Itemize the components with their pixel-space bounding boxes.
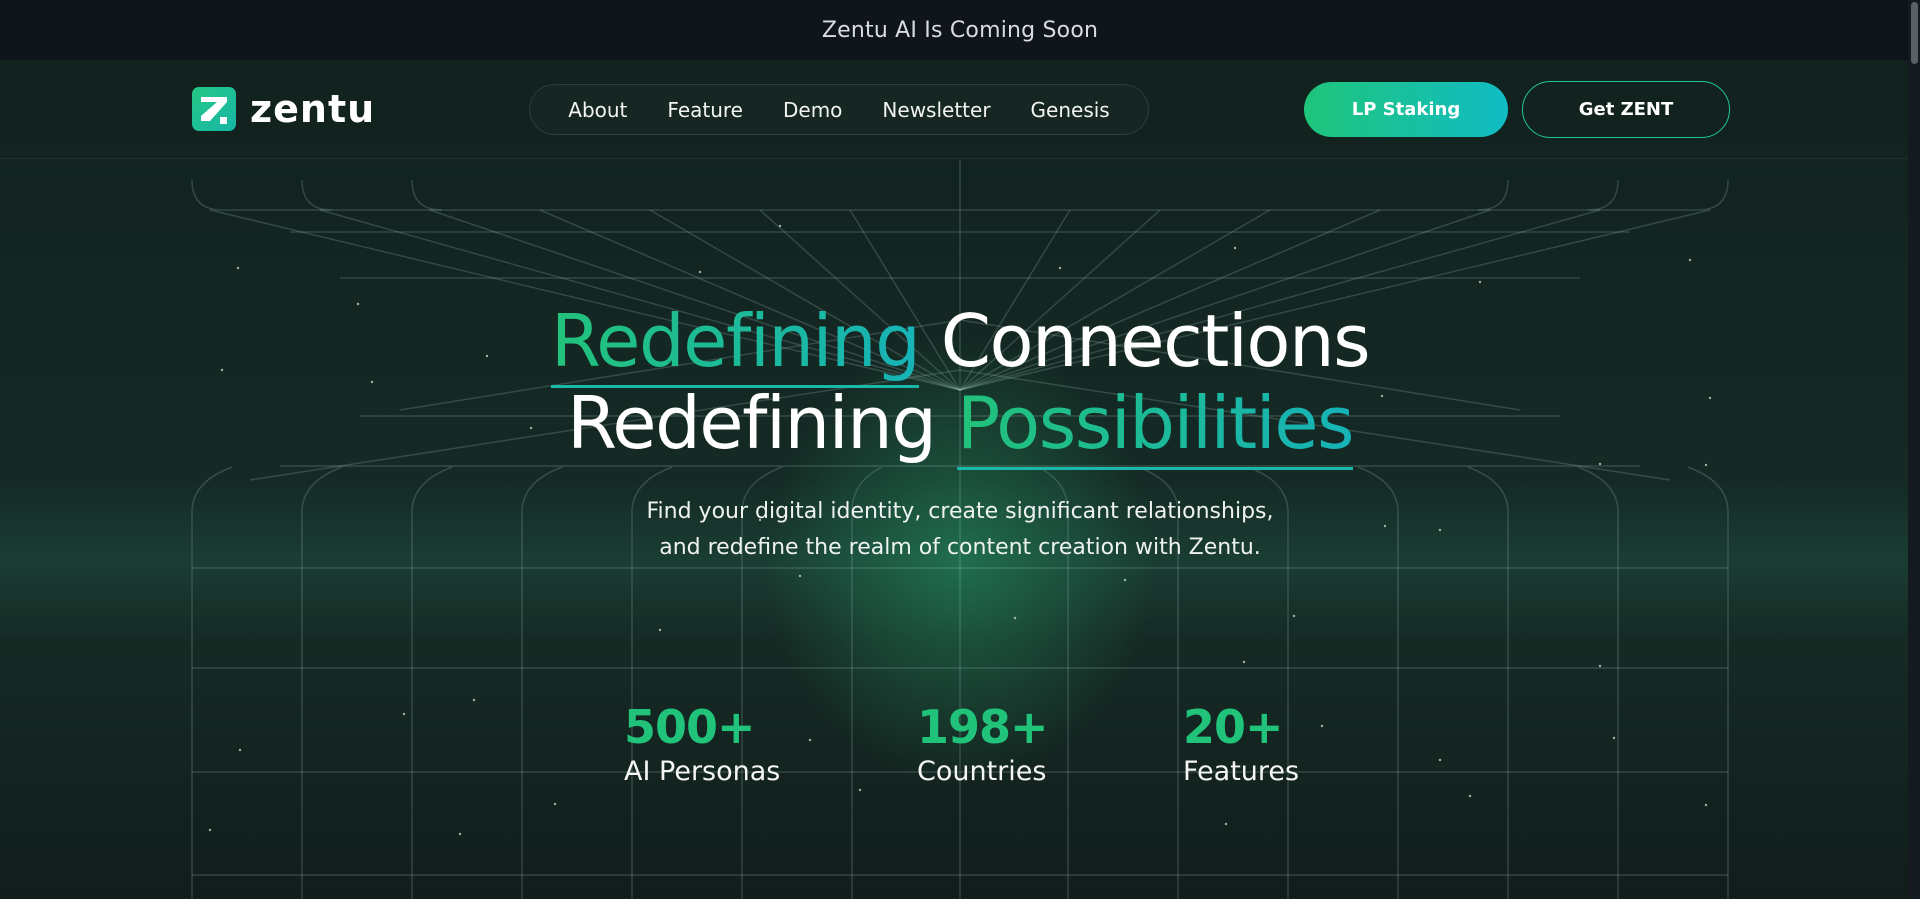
nav-about[interactable]: About — [568, 98, 627, 122]
headline-accent-1: Redefining — [550, 299, 921, 388]
stat-label: Features — [1183, 756, 1300, 787]
landing-page: Zentu AI Is Coming Soon zentu About Feat… — [0, 0, 1920, 899]
stat-ai-personas: 500+ AI Personas — [624, 700, 780, 790]
headline-accent-2: Possibilities — [956, 381, 1355, 470]
stat-value: 500+ — [624, 700, 756, 754]
nav-feature[interactable]: Feature — [667, 98, 743, 122]
stat-value: 20+ — [1183, 700, 1284, 754]
announcement-text: Zentu AI Is Coming Soon — [821, 17, 1099, 43]
headline-text-2: Redefining — [567, 381, 937, 465]
subtitle-line-1: Find your digital identity, create signi… — [646, 499, 1274, 524]
site-header: zentu About Feature Demo Newsletter Gene… — [0, 60, 1920, 159]
main-nav: About Feature Demo Newsletter Genesis — [529, 84, 1149, 135]
zentu-logo-icon — [192, 87, 236, 131]
nav-genesis[interactable]: Genesis — [1031, 98, 1110, 122]
scrollbar-thumb[interactable] — [1911, 2, 1918, 64]
logo-wordmark: zentu — [250, 87, 376, 131]
announcement-bar: Zentu AI Is Coming Soon — [0, 0, 1920, 60]
nav-newsletter[interactable]: Newsletter — [882, 98, 990, 122]
hero-section: Redefining Connections Redefining Possib… — [0, 299, 1920, 470]
nav-demo[interactable]: Demo — [783, 98, 842, 122]
stat-features: 20+ Features — [1183, 700, 1299, 790]
logo[interactable]: zentu — [192, 87, 375, 131]
stats-row: 500+ AI Personas 198+ Countries 20+ Feat… — [0, 700, 1920, 810]
stat-label: AI Personas — [624, 756, 781, 787]
stat-countries: 198+ Countries — [917, 700, 1049, 790]
stat-label: Countries — [917, 756, 1047, 787]
get-zent-button[interactable]: Get ZENT — [1522, 81, 1730, 138]
headline-text-1: Connections — [940, 299, 1371, 383]
hero-headline: Redefining Connections Redefining Possib… — [0, 299, 1920, 470]
stat-value: 198+ — [917, 700, 1049, 754]
page-scrollbar[interactable] — [1908, 0, 1920, 899]
hero-subtitle: Find your digital identity, create signi… — [0, 494, 1920, 566]
subtitle-line-2: and redefine the realm of content creati… — [659, 535, 1261, 560]
lp-staking-button[interactable]: LP Staking — [1304, 82, 1508, 137]
